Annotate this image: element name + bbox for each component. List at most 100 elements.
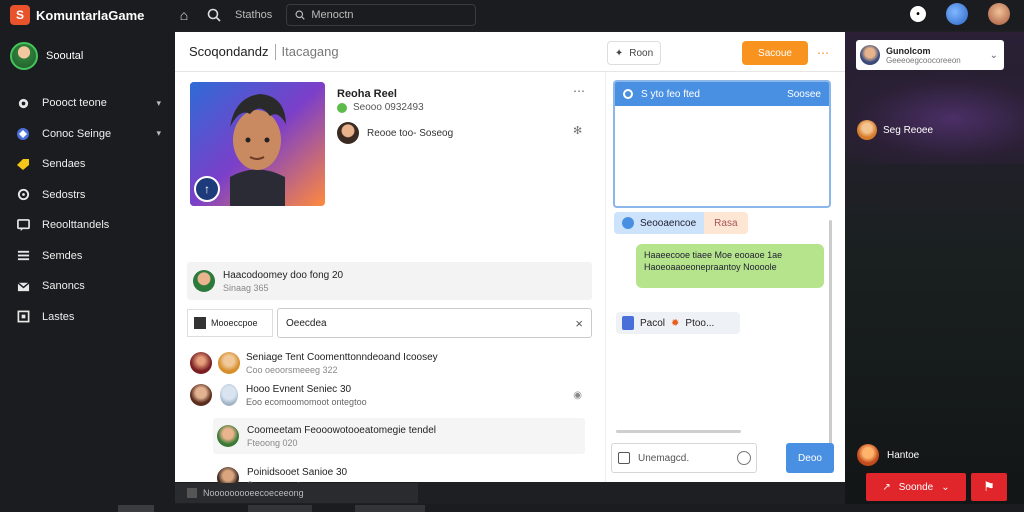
sidebar-item-4[interactable]: Reoolttandels <box>0 210 175 241</box>
info-icon <box>622 217 634 229</box>
bottom-status[interactable]: Nooooooooeecoeceeong <box>175 483 418 503</box>
sidebar-item-5[interactable]: Semdes <box>0 241 175 272</box>
sidebar-item-3[interactable]: Sedostrs <box>0 180 175 211</box>
chat-header-action[interactable]: Soosee <box>787 89 821 100</box>
chat-box: S yto feo fted Soosee <box>613 80 831 208</box>
right-item-1-label: Seg Reoee <box>883 124 934 136</box>
primary-action-button[interactable]: Sacoue <box>742 41 808 65</box>
chat-header[interactable]: S yto feo fted Soosee <box>615 82 829 106</box>
more-options-icon[interactable]: ⋯ <box>815 41 831 65</box>
post-author[interactable]: Reoha Reel <box>337 88 397 100</box>
taskbar-item[interactable] <box>248 505 312 512</box>
cta-secondary-button[interactable]: ⚑ <box>971 473 1007 501</box>
filter-value: Oeecdea <box>286 317 327 329</box>
comment-body: Eoo ecomoomomoot ontegtoo <box>246 396 367 407</box>
comment-item-1[interactable]: Hooo Evnent Seniec 30 Eoo ecomoomomoot o… <box>190 382 590 408</box>
chevron-down-icon[interactable]: ⌄ <box>990 50 998 61</box>
sidebar-item-1[interactable]: Conoc Seinge ▾ <box>0 119 175 150</box>
chat-title: S yto feo fted <box>641 88 700 100</box>
comment-text: Hooo Evnent Seniec 30 <box>246 384 565 395</box>
filter-label: Mooeccpoe <box>211 318 258 328</box>
profile-name: Sooutal <box>46 50 84 62</box>
taskbar <box>0 504 1024 512</box>
post-badge-icon[interactable]: ↑ <box>194 176 220 202</box>
comment-avatar-secondary <box>218 352 240 374</box>
chevron-down-icon[interactable]: ▾ <box>156 98 161 109</box>
comment-author: Seniage Tent <box>246 351 305 363</box>
search-icon[interactable] <box>205 6 223 24</box>
game-card-title: Gunolcom <box>886 45 931 56</box>
comment-count: 30 <box>339 383 352 395</box>
globe-avatar[interactable] <box>946 3 968 25</box>
post-reply[interactable]: Reooe too- Soseog <box>337 122 453 144</box>
comment-summary-sub: Sinaag 365 <box>223 282 269 293</box>
attach-icon[interactable] <box>618 452 630 464</box>
close-icon[interactable]: × <box>575 316 583 331</box>
user-avatar[interactable] <box>988 3 1010 25</box>
cta-button[interactable]: ↗ Soonde ⌄ <box>866 473 966 501</box>
game-card[interactable]: Gunolcom Geeeoegcoocoreeon ⌄ <box>856 40 1004 70</box>
message-input[interactable]: Unemagcd. <box>611 443 757 473</box>
chat-attachment[interactable]: Pacol ✹ Ptoo... <box>616 312 740 334</box>
sidebar-profile[interactable]: Sooutal <box>0 30 175 82</box>
sidebar-item-6[interactable]: Sanoncs <box>0 271 175 302</box>
feed: ↑ Reoha Reel ⋯ Seooo 0932493 Reooe too- … <box>175 72 605 490</box>
comment-body: Coomenttonndeoand Icoosey <box>306 351 438 363</box>
tag-icon <box>16 157 30 171</box>
chat-message: Haaeecooe tiaee Moe eooaoe 1ae Haoeoaaoe… <box>636 244 824 288</box>
post-meta: Seooo 0932493 <box>337 102 424 113</box>
filter-label-box[interactable]: Mooeccpoe <box>187 309 273 337</box>
sidebar-item-label: Sedostrs <box>42 188 86 201</box>
eye-icon[interactable]: ◉ <box>573 390 582 401</box>
sidebar-item-label: Lastes <box>42 310 75 323</box>
chat-tag-b[interactable]: Rasa <box>704 212 748 234</box>
comment-count: 30 <box>335 466 348 478</box>
reply-avatar <box>337 122 359 144</box>
search-input[interactable]: Menoctn <box>286 4 477 26</box>
taskbar-item[interactable] <box>355 505 425 512</box>
status-icon <box>187 488 197 498</box>
comment-author: Coomeetam <box>247 424 302 436</box>
comment-summary-title: Haacodoomey doo fong 20 <box>223 269 344 281</box>
post-image[interactable]: ↑ <box>190 82 325 206</box>
brand[interactable]: S KomuntarlaGame <box>0 5 175 25</box>
post-meta-text: Seooo 0932493 <box>353 102 424 113</box>
post-menu-icon[interactable]: ⋯ <box>573 84 585 98</box>
globe-icon <box>16 127 30 141</box>
filter-input[interactable]: Oeecdea × <box>277 308 592 338</box>
title-divider <box>274 43 276 60</box>
topbar-link-stathos[interactable]: Stathos <box>235 9 272 21</box>
file-name: Ptoo... <box>685 317 715 329</box>
comment-body: Feooowotooeatomegie tendel <box>304 424 437 436</box>
game-card-avatar <box>860 45 880 65</box>
comment-item-2[interactable]: Coomeetam Feooowotooeatomegie tendel Fte… <box>213 418 585 454</box>
comment-summary[interactable]: Haacodoomey doo fong 20 Sinaag 365 <box>187 262 592 300</box>
emoji-icon[interactable] <box>737 451 751 465</box>
brand-name: KomuntarlaGame <box>36 7 145 23</box>
profile-avatar <box>10 42 38 70</box>
sidebar: Sooutal Poooct teone ▾ Conoc Seinge ▾ Se… <box>0 30 175 512</box>
right-item-2[interactable]: Hantoe <box>857 444 919 466</box>
filter-icon <box>194 317 206 329</box>
sidebar-item-7[interactable]: Lastes <box>0 302 175 333</box>
sidebar-item-label: Sanoncs <box>42 280 85 293</box>
square-icon <box>16 310 30 324</box>
taskbar-item[interactable] <box>118 505 154 512</box>
send-button[interactable]: Deoo <box>786 443 834 473</box>
sidebar-item-2[interactable]: Sendaes <box>0 149 175 180</box>
share-icon[interactable]: ✻ <box>573 124 582 137</box>
chat-scrollbar[interactable] <box>829 220 832 470</box>
right-item-1[interactable]: Seg Reoee <box>857 120 933 140</box>
header-secondary-button[interactable]: ✦ Roon <box>607 41 661 65</box>
right-panel: Gunolcom Geeeoegcoocoreeon ⌄ Seg Reoee H… <box>845 32 1024 512</box>
comment-item-0[interactable]: Seniage Tent Coomenttonndeoand Icoosey C… <box>190 350 590 376</box>
home-icon[interactable]: ⌂ <box>175 6 193 24</box>
notification-icon[interactable]: • <box>910 6 926 22</box>
comment-text: Seniage Tent Coomenttonndeoand Icoosey <box>246 352 438 363</box>
chat-hscrollbar[interactable] <box>616 430 741 433</box>
chevron-down-icon[interactable]: ▾ <box>156 128 161 139</box>
rocket-icon <box>16 96 30 110</box>
sidebar-item-0[interactable]: Poooct teone ▾ <box>0 88 175 119</box>
chat-panel: S yto feo fted Soosee Seooaencoe Rasa Ha… <box>605 72 845 482</box>
chat-tag-a[interactable]: Seooaencoe <box>614 212 705 234</box>
